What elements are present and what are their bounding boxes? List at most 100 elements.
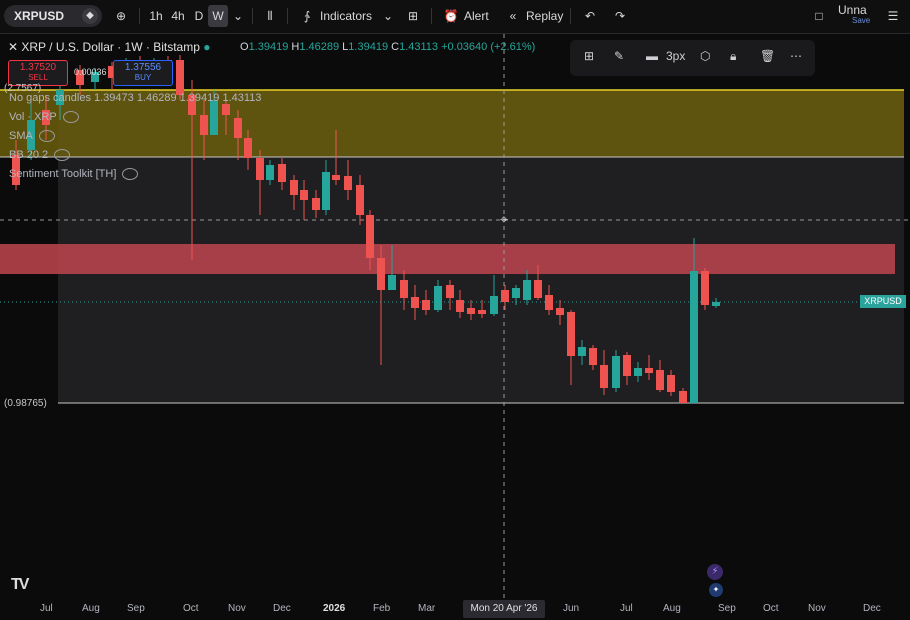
candle-body (356, 185, 364, 215)
replay-button[interactable]: Replay (526, 5, 563, 27)
time-label: Oct (183, 603, 199, 614)
flag-icon[interactable]: ✦ (709, 583, 723, 597)
time-label: Sep (718, 603, 736, 614)
candle-body (567, 312, 575, 356)
candle-body (656, 370, 664, 390)
candle-body (690, 271, 698, 403)
line-width-value[interactable]: 3px (666, 49, 685, 63)
time-axis[interactable]: Jul Aug Sep Oct Nov Dec 2026 Feb Mar Mon… (0, 598, 910, 620)
indicator-sentiment[interactable]: Sentiment Toolkit [TH] (9, 168, 139, 181)
indicators-icon[interactable]: ∱ (297, 5, 317, 27)
menu-icon[interactable]: ☰ (883, 5, 903, 27)
time-label: Nov (808, 603, 826, 614)
interval-d[interactable]: D (189, 5, 209, 27)
alarm-icon[interactable]: ⏰ (441, 5, 461, 27)
replay-icon[interactable]: « (503, 5, 523, 27)
candle-body (322, 172, 330, 210)
interval-4h[interactable]: 4h (168, 5, 188, 27)
time-label: 2026 (323, 603, 346, 614)
candle-body (545, 295, 553, 310)
indicator-sma[interactable]: SMA (9, 130, 55, 143)
candle-body (422, 300, 430, 310)
chevron-down-icon[interactable]: ⌄ (228, 5, 248, 27)
time-label: Jun (563, 603, 580, 614)
interval-1h[interactable]: 1h (146, 5, 166, 27)
eye-icon[interactable] (38, 130, 55, 143)
candle-body (534, 280, 542, 298)
more-icon[interactable]: ⋯ (790, 49, 802, 63)
eye-icon[interactable] (122, 168, 139, 181)
candle-body (667, 375, 675, 392)
candle-body (467, 308, 475, 314)
spread-value: 0.00036 (74, 67, 107, 77)
candle-body (645, 368, 653, 373)
layout-grid-icon[interactable]: ⊞ (403, 5, 423, 27)
candle-body (512, 288, 520, 298)
candle-body (234, 118, 242, 138)
add-grid-icon[interactable]: ⊞ (584, 49, 594, 63)
time-label: Aug (82, 603, 100, 614)
current-price-tag: XRPUSD (860, 295, 906, 308)
crosshair-time-label: Mon 20 Apr '26 (463, 600, 545, 618)
indicator-volume[interactable]: Vol · XRP (9, 111, 79, 124)
undo-icon[interactable]: ↶ (580, 5, 600, 27)
eye-icon[interactable] (62, 111, 79, 124)
time-label: Mar (418, 603, 436, 614)
alert-button[interactable]: Alert (464, 5, 489, 27)
lightning-icon[interactable]: ⚡︎ (707, 564, 723, 580)
time-label: Jul (40, 603, 53, 614)
pencil-icon[interactable]: ✎ (614, 49, 624, 63)
line-width-icon[interactable]: ▬ (646, 49, 658, 63)
lower-price-label: (0.98765) (4, 398, 47, 409)
candle-body (556, 308, 564, 315)
indicator-bb[interactable]: BB 20 2 (9, 149, 71, 162)
candle-body (623, 355, 631, 376)
time-label: Feb (373, 603, 391, 614)
tradingview-logo: TV (11, 576, 30, 593)
add-symbol-icon[interactable]: ⊕ (111, 5, 131, 27)
symbol-search[interactable]: XRPUSD ◆ (4, 5, 102, 27)
candle-body (176, 60, 184, 95)
candle-body (256, 158, 264, 180)
candle-body (411, 297, 419, 308)
candle-body (344, 176, 352, 190)
symbol-label: XRPUSD (14, 9, 65, 23)
candle-body (612, 356, 620, 388)
candle-body (446, 285, 454, 298)
drawing-toolbar: ⊞ ✎ ▬ 3px ⬡ 🔒︎ 🗑︎ ⋯ (570, 40, 815, 76)
settings-icon[interactable]: ⬡ (700, 49, 710, 63)
candle-body (600, 365, 608, 388)
chart-title[interactable]: ✕ XRP / U.S. Dollar · 1W · Bitstamp ● (8, 40, 210, 54)
layout-square-icon[interactable]: □ (809, 5, 829, 27)
price-chart[interactable]: ⌖ (0, 34, 910, 598)
time-label: Sep (127, 603, 145, 614)
interval-w[interactable]: W (208, 5, 228, 27)
time-label: Jul (620, 603, 633, 614)
redo-icon[interactable]: ↷ (610, 5, 630, 27)
trash-icon[interactable]: 🗑︎ (760, 49, 775, 63)
candle-body (478, 310, 486, 314)
candle-body (200, 115, 208, 135)
candle-body (634, 368, 642, 376)
diamond-icon[interactable]: ◆ (82, 8, 98, 24)
svg-text:⌖: ⌖ (500, 211, 508, 227)
buy-button[interactable]: 1.37556 BUY (113, 60, 173, 86)
time-label: Nov (228, 603, 246, 614)
lock-icon[interactable]: 🔒︎ (730, 49, 736, 64)
indicator-no-gaps[interactable]: No gaps candles 1.39473 1.46289 1.39419 … (9, 92, 261, 104)
time-label: Oct (763, 603, 779, 614)
candle-body (400, 280, 408, 298)
top-toolbar: XRPUSD ◆ ⊕ 1h 4h D W ⌄ ⫴ ∱ Indicators ⌄ … (0, 0, 910, 34)
chevron-down-icon[interactable]: ⌄ (378, 5, 398, 27)
candles-icon[interactable]: ⫴ (260, 5, 280, 27)
candle-body (290, 180, 298, 195)
indicators-button[interactable]: Indicators (320, 5, 372, 27)
eye-icon[interactable] (54, 149, 71, 162)
candle-body (332, 175, 340, 180)
candle-body (210, 100, 218, 135)
time-label: Dec (863, 603, 881, 614)
candle-body (278, 164, 286, 182)
divider (570, 8, 571, 24)
candle-body (523, 280, 531, 300)
close-icon[interactable]: ✕ (8, 40, 21, 54)
